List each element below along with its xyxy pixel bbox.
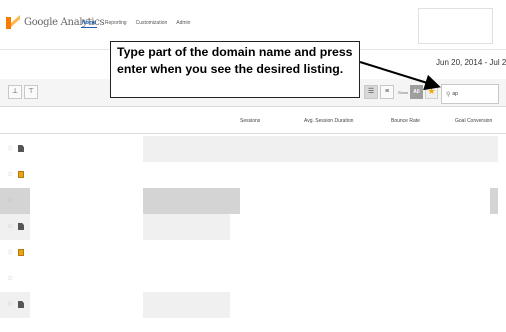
note-icon	[18, 249, 24, 256]
table-row[interactable]: ☆	[0, 136, 506, 162]
property-search-field[interactable]: ⚲	[441, 84, 499, 104]
table-row[interactable]: ☆	[0, 162, 506, 188]
table-row[interactable]: ☆	[0, 292, 506, 318]
google-analytics-logo-icon	[6, 15, 20, 29]
sort-descending-icon: ⊤	[27, 88, 35, 95]
search-input[interactable]	[452, 91, 493, 97]
date-range-picker[interactable]: Jun 20, 2014 - Jul 20	[436, 58, 506, 67]
table-row[interactable]: ☆	[0, 266, 506, 292]
nav-customization[interactable]: Customization	[136, 20, 168, 26]
table-view-icon: ☰	[367, 88, 375, 95]
star-outline-icon[interactable]: ☆	[7, 144, 13, 153]
star-icon: ★	[427, 86, 436, 96]
star-outline-icon[interactable]: ☆	[7, 274, 13, 283]
nav-reporting[interactable]: Reporting	[105, 20, 127, 26]
table-header-row: Sessions Avg. Session Duration Bounce Ra…	[0, 110, 506, 134]
star-outline-icon[interactable]: ☆	[7, 300, 13, 309]
table-row[interactable]: ☆	[0, 240, 506, 266]
list-view-icon: ≡	[384, 88, 390, 95]
column-header-goal-conversion[interactable]: Goal Conversion	[455, 118, 492, 124]
note-icon	[18, 171, 24, 178]
show-all-button[interactable]: All	[410, 85, 423, 99]
column-header-bounce-rate[interactable]: Bounce Rate	[391, 118, 420, 124]
star-outline-icon[interactable]: ☆	[7, 248, 13, 257]
sort-ascending-icon: ⊥	[11, 88, 19, 95]
star-outline-icon[interactable]: ☆	[7, 196, 13, 205]
column-header-avg-session-duration[interactable]: Avg. Session Duration	[304, 118, 353, 124]
star-outline-icon[interactable]: ☆	[7, 170, 13, 179]
nav-admin[interactable]: Admin	[176, 20, 190, 26]
property-selector[interactable]	[418, 8, 493, 44]
document-icon	[18, 223, 24, 230]
active-tab-indicator	[81, 27, 97, 28]
callout-text: Type part of the domain name and press e…	[117, 45, 353, 76]
column-header-sessions[interactable]: Sessions	[240, 118, 260, 124]
table-row[interactable]: ☆	[0, 188, 506, 214]
list-view-button[interactable]: ≡	[380, 85, 394, 99]
sort-descending-button[interactable]: ⊤	[24, 85, 38, 99]
sort-ascending-button[interactable]: ⊥	[8, 85, 22, 99]
nav-home[interactable]: Home	[82, 20, 96, 26]
show-starred-button[interactable]: ★	[425, 85, 438, 99]
star-outline-icon[interactable]: ☆	[7, 222, 13, 231]
search-icon: ⚲	[446, 91, 451, 98]
instruction-callout: Type part of the domain name and press e…	[110, 41, 360, 98]
document-icon	[18, 145, 24, 152]
document-icon	[18, 301, 24, 308]
main-nav: Home Reporting Customization Admin	[82, 20, 190, 26]
table-view-button[interactable]: ☰	[364, 85, 378, 99]
table-row[interactable]: ☆	[0, 214, 506, 240]
show-filter-label: Show	[398, 90, 409, 95]
